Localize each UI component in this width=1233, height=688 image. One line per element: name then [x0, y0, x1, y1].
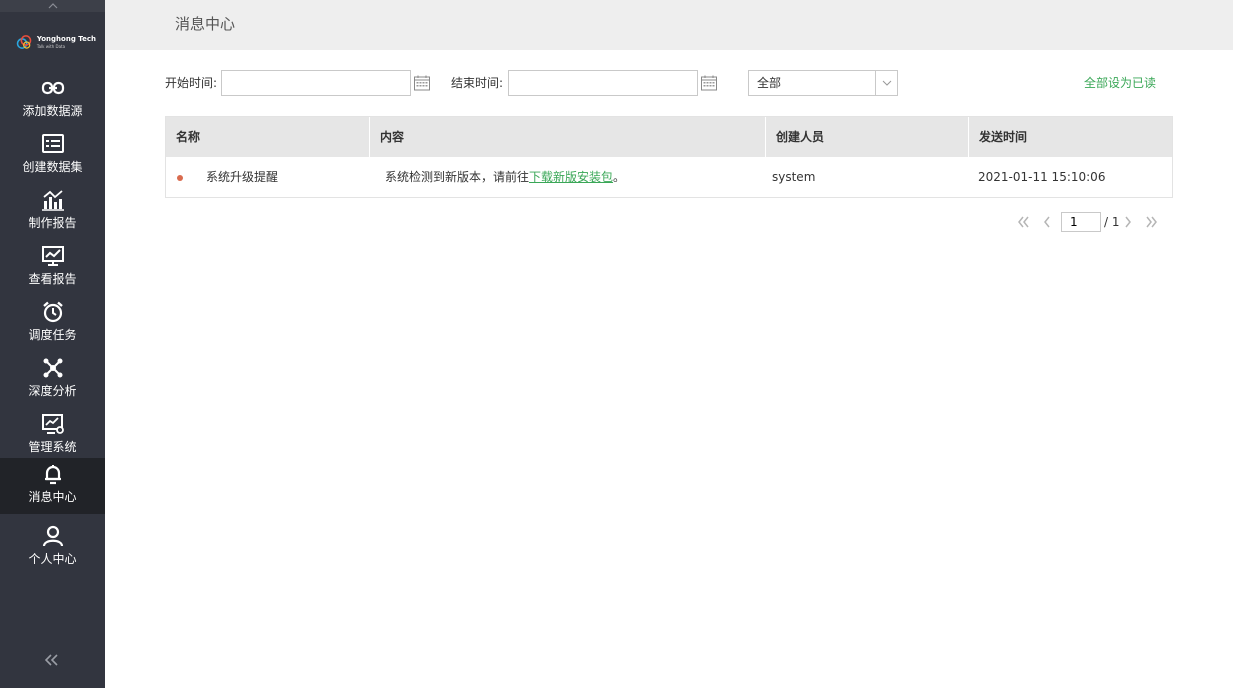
sidebar-collapse-button[interactable]: [40, 650, 64, 670]
double-chevron-left-icon: [45, 654, 58, 666]
double-chevron-right-icon: [1146, 216, 1157, 228]
sidebar: Yonghong Tech Talk with Data 添加数据源 创建数据集: [0, 0, 105, 688]
start-time-input[interactable]: [221, 70, 411, 96]
table-header: 名称 内容 创建人员 发送时间: [166, 117, 1172, 157]
download-package-link[interactable]: 下载新版安装包: [529, 170, 613, 184]
column-header-send-time: 发送时间: [979, 130, 1028, 144]
sidebar-item-label: 创建数据集: [22, 160, 83, 174]
logo-name: Yonghong Tech: [36, 34, 96, 43]
message-content: 系统检测到新版本，请前往下载新版安装包。: [385, 157, 625, 197]
sidebar-item-personal-center[interactable]: 个人中心: [0, 520, 105, 576]
user-icon: [41, 524, 65, 548]
column-header-creator: 创建人员: [766, 117, 969, 157]
alarm-clock-icon: [41, 300, 65, 324]
sidebar-item-make-report[interactable]: 制作报告: [0, 184, 105, 240]
chevron-left-icon: [1044, 216, 1050, 228]
cell-send-time: 2021-01-11 15:10:06: [969, 157, 1172, 197]
chevron-up-icon: [48, 3, 57, 9]
calendar-icon[interactable]: [700, 74, 718, 92]
sidebar-item-label: 添加数据源: [22, 104, 83, 118]
sidebar-item-label: 管理系统: [28, 440, 77, 454]
logo-tagline: Talk with Data: [36, 43, 66, 49]
message-table: 名称 内容 创建人员 发送时间 系统升级提醒 系统检测到新版本，请前往下载新版安…: [165, 116, 1173, 198]
sidebar-item-label: 深度分析: [28, 384, 77, 398]
last-page-button[interactable]: [1142, 212, 1160, 232]
chevron-right-icon: [1125, 216, 1131, 228]
dataset-icon: [41, 132, 65, 156]
start-time-label: 开始时间:: [165, 76, 218, 90]
monitor-gear-icon: [41, 412, 65, 436]
sidebar-item-schedule-tasks[interactable]: 调度任务: [0, 296, 105, 352]
sidebar-item-deep-analysis[interactable]: 深度分析: [0, 352, 105, 408]
bar-chart-icon: [41, 188, 65, 212]
end-time-input[interactable]: [508, 70, 698, 96]
column-header-name: 名称: [166, 117, 370, 157]
sidebar-item-label: 查看报告: [28, 272, 77, 286]
column-header-content: 内容: [370, 117, 766, 157]
message-content-suffix: 。: [613, 170, 626, 184]
next-page-button[interactable]: [1119, 212, 1137, 232]
end-time-label: 结束时间:: [451, 76, 504, 90]
logo: Yonghong Tech Talk with Data: [16, 24, 96, 60]
sidebar-item-label: 调度任务: [28, 328, 77, 342]
sidebar-item-view-report[interactable]: 查看报告: [0, 240, 105, 296]
calendar-icon[interactable]: [413, 74, 431, 92]
sidebar-item-create-dataset[interactable]: 创建数据集: [0, 128, 105, 184]
first-page-button[interactable]: [1015, 212, 1033, 232]
unread-dot-icon: [177, 175, 183, 181]
presentation-chart-icon: [41, 244, 65, 268]
cell-creator: system: [766, 157, 969, 197]
cell-name: 系统升级提醒: [166, 157, 370, 197]
sidebar-collapse-up-button[interactable]: [0, 0, 105, 12]
message-content-prefix: 系统检测到新版本，请前往: [385, 170, 530, 184]
mark-all-read-link[interactable]: 全部设为已读: [1084, 75, 1156, 91]
status-select[interactable]: 全部: [748, 70, 898, 96]
page-number-input[interactable]: [1061, 212, 1101, 232]
prev-page-button[interactable]: [1038, 212, 1056, 232]
sidebar-item-label: 个人中心: [28, 552, 77, 566]
network-nodes-icon: [41, 356, 65, 380]
sidebar-item-system-admin[interactable]: 管理系统: [0, 408, 105, 464]
chevron-down-icon: [875, 71, 897, 95]
message-send-time: 2021-01-11 15:10:06: [978, 170, 1106, 184]
logo-rings-icon: [16, 35, 32, 49]
sidebar-item-label: 制作报告: [28, 216, 77, 230]
double-chevron-left-icon: [1018, 216, 1029, 228]
sidebar-item-label: 消息中心: [28, 490, 77, 504]
bell-icon: [41, 462, 65, 486]
cell-content: 系统检测到新版本，请前往下载新版安装包。: [370, 157, 766, 197]
message-name: 系统升级提醒: [206, 170, 279, 184]
page-header: 消息中心: [105, 0, 1233, 50]
sidebar-item-add-datasource[interactable]: 添加数据源: [0, 72, 105, 128]
page-title: 消息中心: [175, 15, 236, 33]
message-creator: system: [772, 170, 816, 184]
page-total: / 1: [1104, 215, 1120, 229]
table-row[interactable]: 系统升级提醒 系统检测到新版本，请前往下载新版安装包。 system 2021-…: [166, 157, 1172, 197]
status-select-value: 全部: [757, 76, 782, 90]
link-icon: [41, 76, 65, 100]
sidebar-item-message-center[interactable]: 消息中心: [0, 458, 105, 514]
